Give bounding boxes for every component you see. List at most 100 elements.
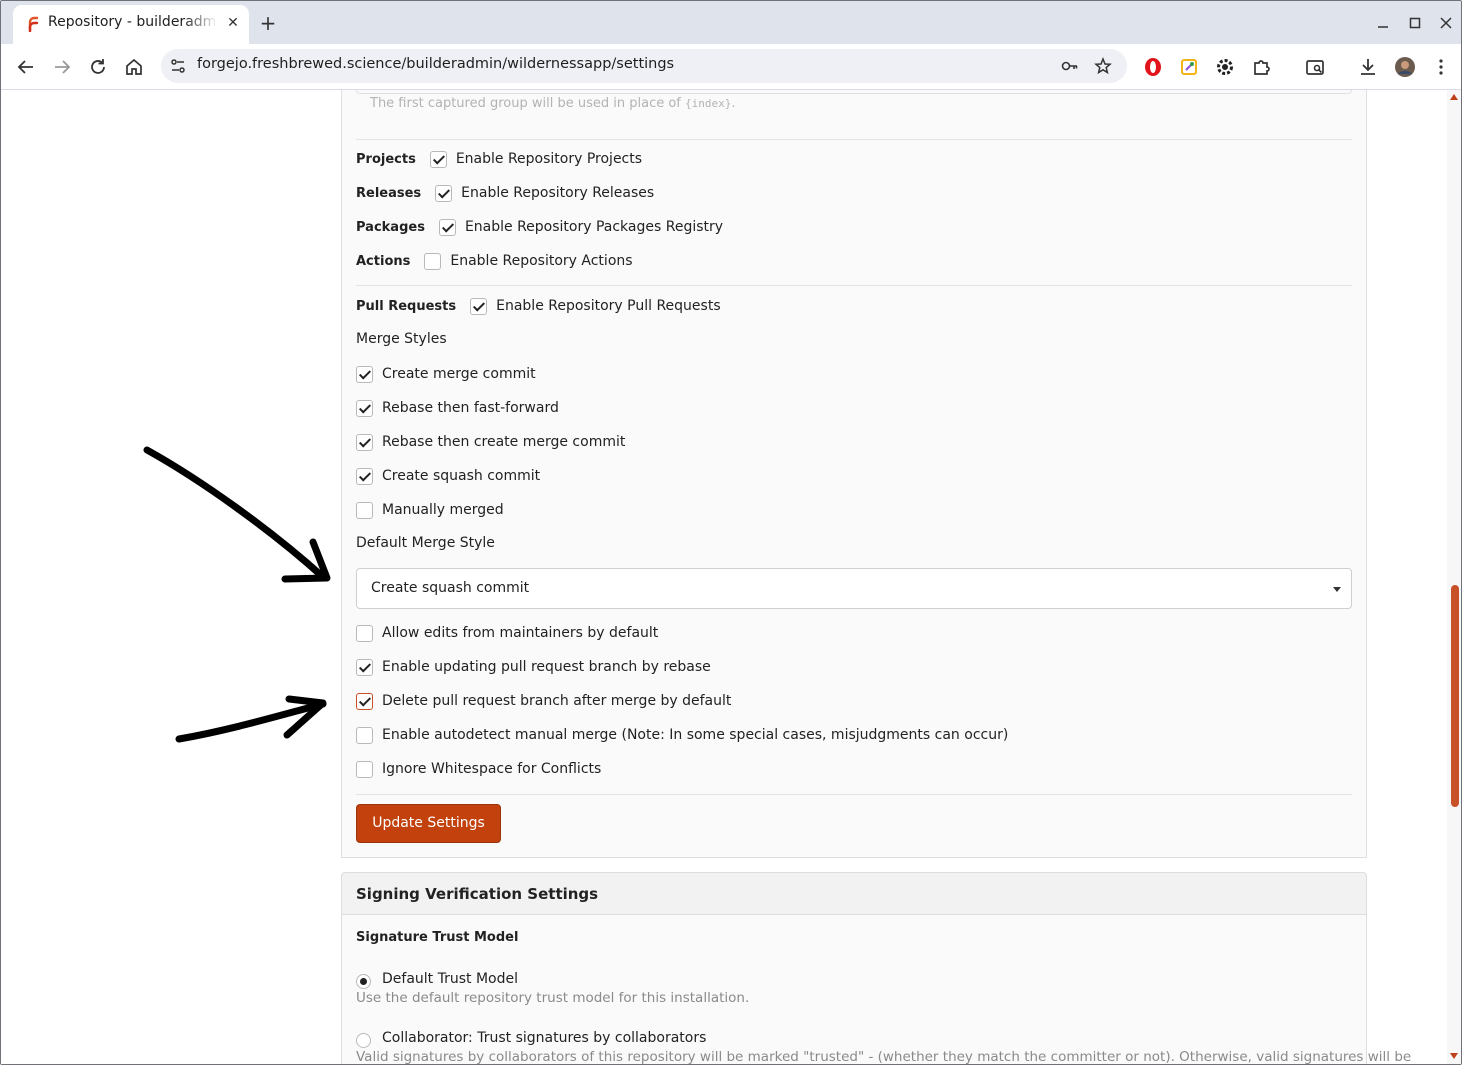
default-merge-style-heading: Default Merge Style [356,535,495,551]
menu-icon[interactable] [1429,55,1453,79]
scroll-down-icon[interactable] [1450,1053,1458,1059]
delete-branch-after-merge-checkbox[interactable] [356,692,373,710]
releases-row: Releases Enable Repository Releases [356,182,654,204]
close-tab-icon[interactable]: ✕ [224,14,242,32]
forward-icon[interactable] [50,55,74,79]
pr-option-label[interactable]: Enable updating pull request branch by r… [382,659,711,675]
default-trust-radio[interactable] [356,974,371,989]
address-bar[interactable]: forgejo.freshbrewed.science/builderadmin… [161,49,1127,83]
packages-checkbox[interactable] [438,218,456,236]
maximize-icon[interactable] [1405,13,1425,33]
releases-label: Releases [356,185,422,201]
pull-requests-option-label[interactable]: Enable Repository Pull Requests [496,298,721,314]
caret-down-icon [1333,587,1341,592]
reload-icon[interactable] [86,55,110,79]
arrow-to-delete-branch-option [175,695,327,743]
hint-code: {index} [685,97,732,110]
squash-commit-checkbox[interactable] [356,467,373,485]
actions-row: Actions Enable Repository Actions [356,250,633,272]
rebase-fast-forward-checkbox[interactable] [356,399,373,417]
home-icon[interactable] [122,55,146,79]
actions-label: Actions [356,253,411,269]
allow-maintainer-edits-checkbox[interactable] [356,624,373,642]
forgejo-favicon-icon [28,16,39,32]
url-text: forgejo.freshbrewed.science/builderadmin… [197,56,675,72]
dropdown-value: Create squash commit [371,580,530,596]
bookmark-star-icon[interactable] [1094,57,1112,75]
regex-input-field[interactable] [356,90,1352,94]
pr-option-label[interactable]: Delete pull request branch after merge b… [382,693,731,709]
page-scrollbar[interactable] [1447,90,1461,1064]
pull-requests-checkbox[interactable] [470,297,488,315]
opera-extension-icon[interactable] [1141,55,1165,79]
update-settings-button[interactable]: Update Settings [356,804,501,843]
gear-extension-icon[interactable] [1213,55,1237,79]
pr-option-label[interactable]: Allow edits from maintainers by default [382,625,658,641]
merge-style-label[interactable]: Create squash commit [382,468,540,484]
pr-option-item: Allow edits from maintainers by default [356,622,658,644]
update-by-rebase-checkbox[interactable] [356,658,373,676]
projects-row: Projects Enable Repository Projects [356,148,642,170]
pr-option-label[interactable]: Ignore Whitespace for Conflicts [382,761,601,777]
download-icon[interactable] [1356,55,1380,79]
minimize-icon[interactable] [1373,13,1393,33]
scrollbar-thumb[interactable] [1451,585,1459,807]
merge-style-label[interactable]: Manually merged [382,502,504,518]
pull-requests-row: Pull Requests Enable Repository Pull Req… [356,295,721,317]
trust-option-label[interactable]: Default Trust Model [382,971,518,987]
password-key-icon[interactable] [1061,57,1079,75]
rebase-merge-commit-checkbox[interactable] [356,433,373,451]
manually-merged-checkbox[interactable] [356,501,373,519]
merge-style-label[interactable]: Rebase then create merge commit [382,434,625,450]
create-merge-commit-checkbox[interactable] [356,365,373,383]
divider [356,285,1352,286]
projects-option-label[interactable]: Enable Repository Projects [456,151,642,167]
signing-section-title: Signing Verification Settings [356,885,599,903]
browser-window: Repository - builderadmin ✕ + forgejo.fr… [0,0,1462,1065]
new-tab-button[interactable]: + [257,12,279,34]
merge-style-item: Rebase then create merge commit [356,431,625,453]
signing-section-header: Signing Verification Settings [341,872,1367,915]
ignore-whitespace-checkbox[interactable] [356,760,373,778]
scroll-up-icon[interactable] [1450,94,1458,100]
merge-style-label[interactable]: Rebase then fast-forward [382,400,559,416]
pr-option-item: Enable updating pull request branch by r… [356,656,711,678]
browser-tab[interactable]: Repository - builderadmin ✕ [13,5,249,44]
merge-style-item: Manually merged [356,499,504,521]
pr-option-item: Enable autodetect manual merge (Note: In… [356,724,1008,746]
packages-row: Packages Enable Repository Packages Regi… [356,216,723,238]
packages-label: Packages [356,219,425,235]
projects-checkbox[interactable] [429,150,447,168]
autodetect-manual-merge-checkbox[interactable] [356,726,373,744]
merge-styles-heading: Merge Styles [356,331,447,347]
arrow-to-default-merge-style [143,446,331,583]
pull-requests-label: Pull Requests [356,298,457,314]
browser-toolbar: forgejo.freshbrewed.science/builderadmin… [1,44,1461,90]
puzzle-extensions-icon[interactable] [1250,55,1274,79]
releases-option-label[interactable]: Enable Repository Releases [461,185,654,201]
merge-style-item: Rebase then fast-forward [356,397,559,419]
tab-strip: Repository - builderadmin ✕ + [1,1,1461,44]
color-picker-extension-icon[interactable] [1177,55,1201,79]
trust-option-label[interactable]: Collaborator: Trust signatures by collab… [382,1030,706,1046]
profile-avatar-icon[interactable] [1393,55,1417,79]
releases-checkbox[interactable] [435,184,453,202]
collaborator-trust-radio[interactable] [356,1033,371,1048]
merge-style-item: Create squash commit [356,465,540,487]
merge-style-label[interactable]: Create merge commit [382,366,536,382]
actions-option-label[interactable]: Enable Repository Actions [450,253,632,269]
pr-option-item: Ignore Whitespace for Conflicts [356,758,601,780]
default-merge-style-dropdown[interactable]: Create squash commit [356,568,1352,609]
site-info-icon[interactable] [169,57,187,75]
back-icon[interactable] [14,55,38,79]
pr-option-item: Delete pull request branch after merge b… [356,690,731,712]
packages-option-label[interactable]: Enable Repository Packages Registry [465,219,723,235]
divider [356,139,1352,140]
divider [356,794,1352,795]
tab-title: Repository - builderadmin [48,14,218,30]
close-window-icon[interactable] [1436,13,1456,33]
actions-checkbox[interactable] [424,252,442,270]
pr-option-label[interactable]: Enable autodetect manual merge (Note: In… [382,727,1008,743]
page-content: The first captured group will be used in… [1,90,1447,1064]
tab-search-icon[interactable] [1303,55,1327,79]
